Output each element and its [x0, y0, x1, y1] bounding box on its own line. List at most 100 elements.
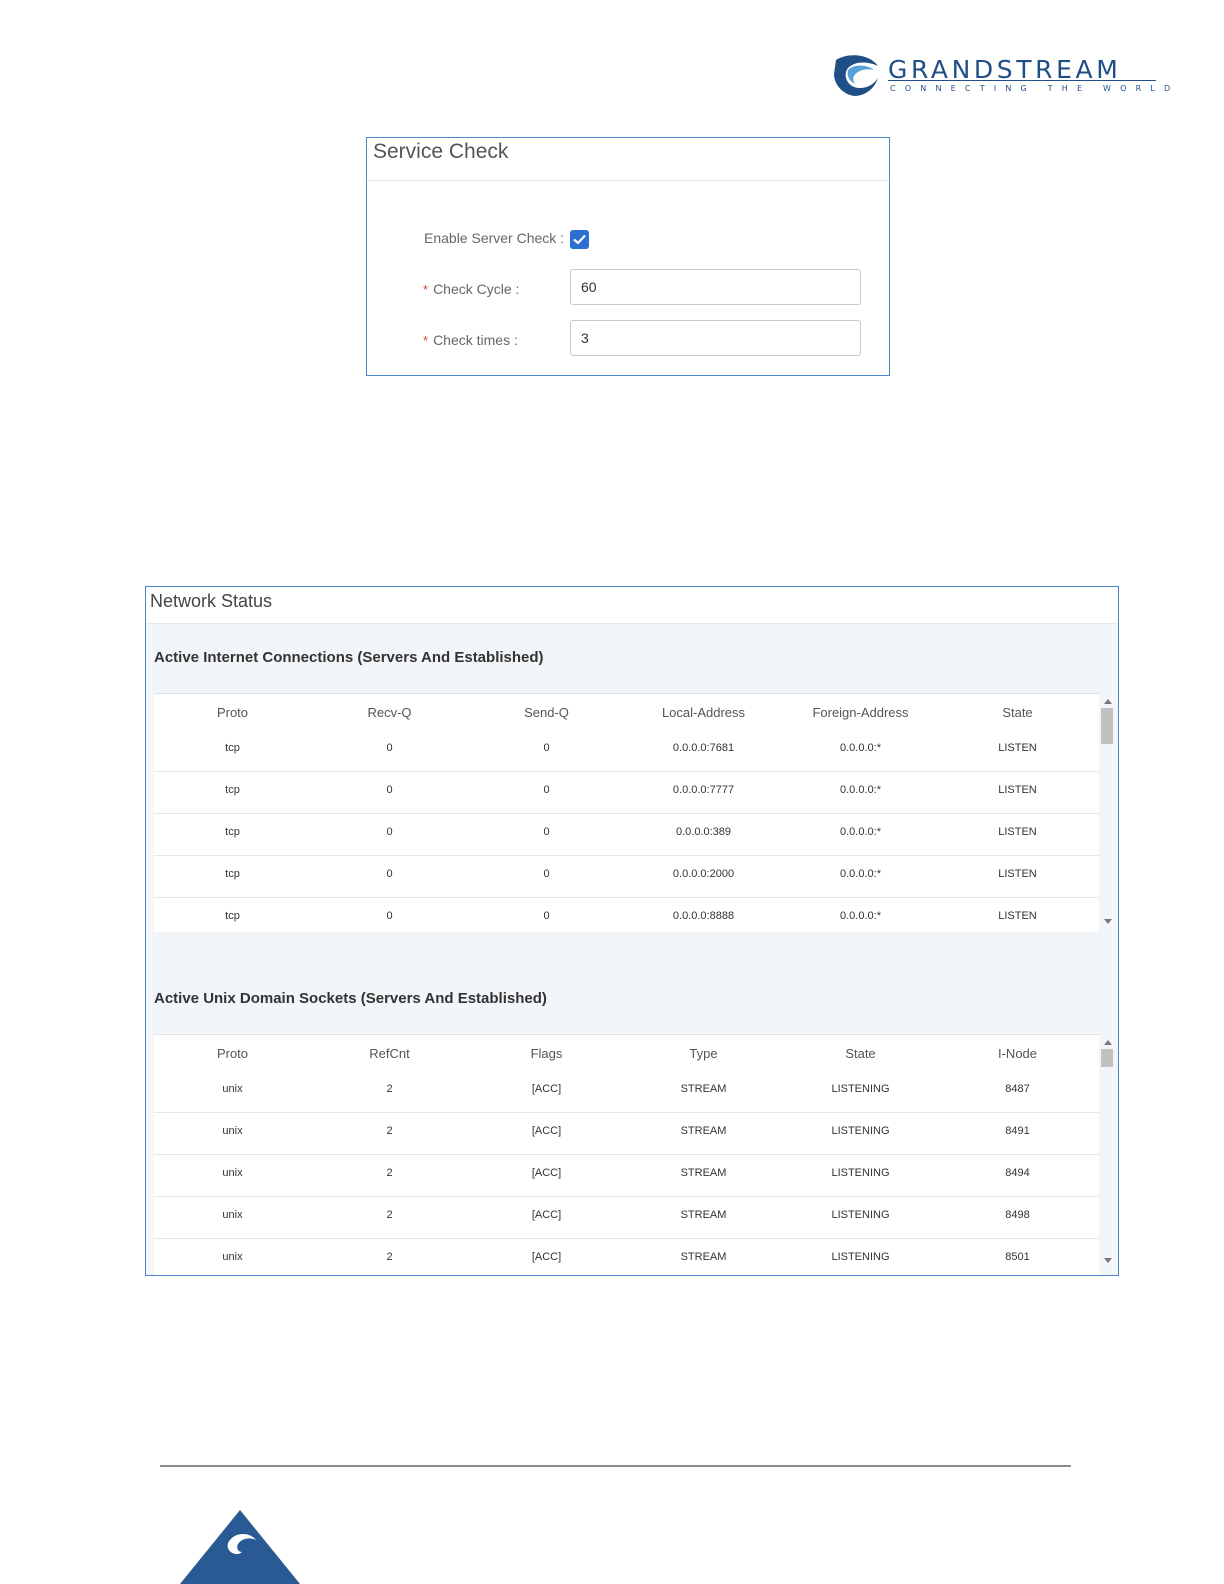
table-cell: LISTEN — [998, 868, 1037, 880]
table-cell: 0 — [543, 868, 550, 880]
column-header[interactable]: State — [782, 1046, 939, 1061]
table-cell: 0.0.0.0:8888 — [672, 910, 735, 922]
table-cell: LISTENING — [831, 1251, 890, 1263]
table-cell: LISTENING — [831, 1209, 890, 1221]
enable-server-check-label: Enable Server Check : — [424, 230, 565, 246]
table-cell: 0 — [386, 742, 393, 754]
table-cell: 2 — [386, 1083, 393, 1095]
table-cell: LISTENING — [831, 1125, 890, 1137]
internet-connections-title: Active Internet Connections (Servers And… — [154, 649, 544, 666]
table-row: tcp 0 0 0.0.0.0:7681 0.0.0.0:* LISTEN — [154, 729, 1099, 772]
unix-table-scrollbar[interactable] — [1099, 1034, 1117, 1275]
table-row: unix 2 [ACC] STREAM LISTENING 8494 — [154, 1154, 1099, 1197]
table-cell: 2 — [386, 1167, 393, 1179]
column-header[interactable]: Proto — [154, 705, 311, 720]
table-cell: STREAM — [680, 1209, 727, 1221]
divider — [367, 180, 889, 181]
table-cell: [ACC] — [531, 1167, 562, 1179]
table-cell: 2 — [386, 1251, 393, 1263]
check-cycle-label: * Check Cycle : — [423, 281, 519, 297]
table-cell: 0.0.0.0:* — [840, 910, 881, 922]
table-cell: [ACC] — [531, 1125, 562, 1137]
table-cell: 8501 — [1005, 1251, 1030, 1263]
table-row: tcp 0 0 0.0.0.0:2000 0.0.0.0:* LISTEN — [154, 855, 1099, 898]
table-cell: STREAM — [680, 1083, 727, 1095]
internet-table-scrollbar[interactable] — [1099, 693, 1117, 931]
table-cell: [ACC] — [531, 1251, 562, 1263]
required-mark: * — [423, 282, 429, 297]
table-cell: STREAM — [680, 1125, 727, 1137]
table-cell: LISTEN — [998, 910, 1037, 922]
column-header[interactable]: Type — [625, 1046, 782, 1061]
brand-tagline: CONNECTING THE WORLD — [890, 84, 1180, 93]
footer-logo-icon — [180, 1510, 300, 1584]
table-cell: tcp — [225, 784, 240, 796]
enable-server-check-checkbox[interactable] — [570, 230, 589, 249]
table-cell: 0.0.0.0:7681 — [672, 742, 735, 754]
scroll-up-icon[interactable] — [1104, 1040, 1112, 1045]
table-cell: 2 — [386, 1125, 393, 1137]
table-cell: 0.0.0.0:389 — [675, 826, 732, 838]
grandstream-logo-icon — [834, 55, 878, 96]
column-header[interactable]: I-Node — [939, 1046, 1096, 1061]
table-cell: LISTEN — [998, 784, 1037, 796]
check-times-label: * Check times : — [423, 332, 518, 348]
table-cell: tcp — [225, 910, 240, 922]
scroll-down-icon[interactable] — [1104, 919, 1112, 924]
unix-sockets-table: Proto RefCnt Flags Type State I-Node unix 2 [ACC… — [154, 1034, 1099, 1275]
table-cell: LISTEN — [998, 826, 1037, 838]
grandstream-logo: GRANDSTREAM CONNECTING THE WORLD — [834, 54, 1170, 98]
network-status-header: Network Status — [146, 587, 1118, 624]
table-cell: STREAM — [680, 1167, 727, 1179]
table-cell: 8494 — [1005, 1167, 1030, 1179]
check-times-input[interactable] — [570, 320, 861, 356]
column-header[interactable]: Proto — [154, 1046, 311, 1061]
network-status-panel: Network Status Active Internet Connectio… — [145, 586, 1119, 1276]
column-header[interactable]: Foreign-Address — [782, 705, 939, 720]
table-cell: 0.0.0.0:* — [840, 868, 881, 880]
table-cell: tcp — [225, 868, 240, 880]
footer-divider — [160, 1465, 1071, 1467]
table-row: tcp 0 0 0.0.0.0:389 0.0.0.0:* LISTEN — [154, 813, 1099, 856]
table-cell: tcp — [225, 742, 240, 754]
table-cell: 0 — [543, 910, 550, 922]
table-cell: 0.0.0.0:* — [840, 784, 881, 796]
table-row: unix 2 [ACC] STREAM LISTENING 8498 — [154, 1196, 1099, 1239]
internet-connections-table: Proto Recv-Q Send-Q Local-Address Foreign-Ad… — [154, 693, 1099, 932]
table-cell: [ACC] — [531, 1083, 562, 1095]
table-cell: 0.0.0.0:* — [840, 742, 881, 754]
table-cell: [ACC] — [531, 1209, 562, 1221]
column-header[interactable]: State — [939, 705, 1096, 720]
table-cell: tcp — [225, 826, 240, 838]
column-header[interactable]: RefCnt — [311, 1046, 468, 1061]
table-cell: 0 — [543, 742, 550, 754]
table-row: tcp 0 0 0.0.0.0:7777 0.0.0.0:* LISTEN — [154, 771, 1099, 814]
brand-underline — [888, 80, 1156, 81]
table-cell: 0 — [386, 868, 393, 880]
column-header[interactable]: Send-Q — [468, 705, 625, 720]
table-cell: 0 — [386, 784, 393, 796]
column-header[interactable]: Local-Address — [625, 705, 782, 720]
check-cycle-input[interactable] — [570, 269, 861, 305]
table-header: Proto Recv-Q Send-Q Local-Address Foreign-Ad… — [154, 694, 1099, 729]
scrollbar-thumb[interactable] — [1101, 1049, 1113, 1067]
scroll-down-icon[interactable] — [1104, 1258, 1112, 1263]
table-row: unix 2 [ACC] STREAM LISTENING 8487 — [154, 1070, 1099, 1113]
table-cell: 8491 — [1005, 1125, 1030, 1137]
table-row: unix 2 [ACC] STREAM LISTENING 8501 — [154, 1238, 1099, 1275]
check-times-label-text: Check times : — [433, 332, 518, 348]
column-header[interactable]: Flags — [468, 1046, 625, 1061]
column-header[interactable]: Recv-Q — [311, 705, 468, 720]
table-cell: unix — [222, 1083, 243, 1095]
table-cell: STREAM — [680, 1251, 727, 1263]
scrollbar-thumb[interactable] — [1101, 708, 1113, 744]
table-row: tcp 0 0 0.0.0.0:8888 0.0.0.0:* LISTEN — [154, 897, 1099, 932]
table-cell: unix — [222, 1209, 243, 1221]
check-cycle-label-text: Check Cycle : — [433, 281, 520, 297]
unix-sockets-title: Active Unix Domain Sockets (Servers And … — [154, 990, 547, 1007]
table-row: unix 2 [ACC] STREAM LISTENING 8491 — [154, 1112, 1099, 1155]
table-cell: unix — [222, 1167, 243, 1179]
service-check-panel: Service Check Enable Server Check : * Che… — [366, 137, 890, 376]
checkmark-icon — [573, 234, 586, 245]
scroll-up-icon[interactable] — [1104, 699, 1112, 704]
